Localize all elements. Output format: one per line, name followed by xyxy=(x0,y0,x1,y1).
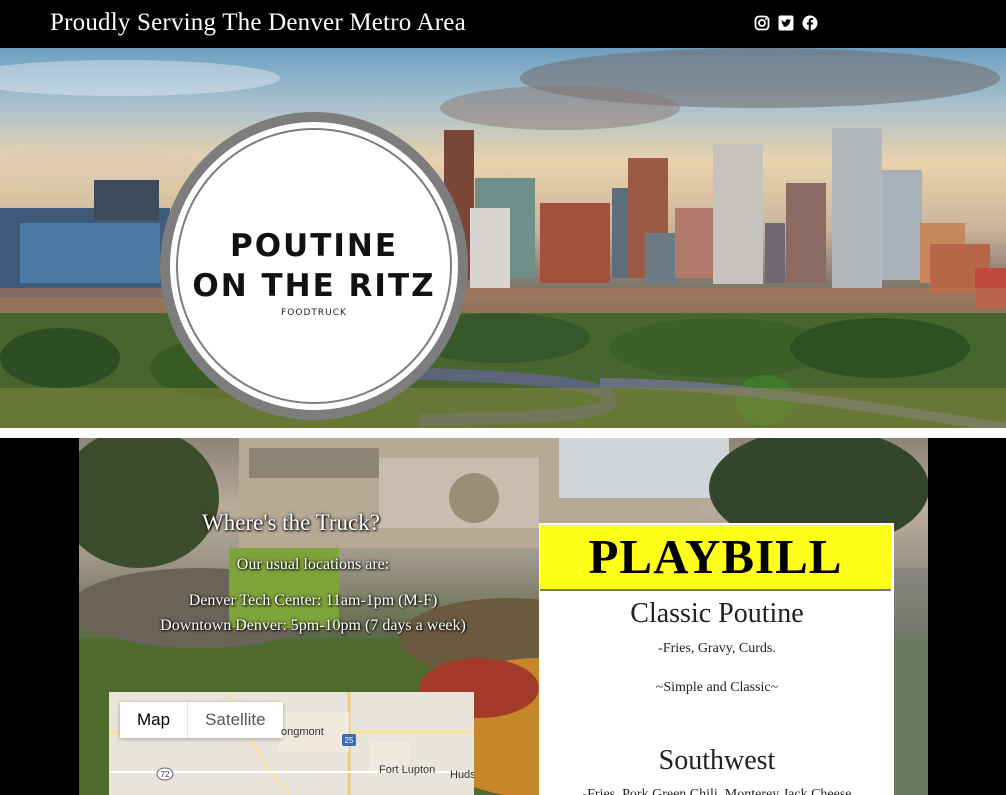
instagram-icon[interactable] xyxy=(754,15,770,31)
twitter-icon[interactable] xyxy=(778,15,794,31)
map-tab-satellite[interactable]: Satellite xyxy=(188,702,282,738)
map-label-route: 72 xyxy=(161,770,170,779)
location-map[interactable]: 25 72 Map Satellite ongmont Fort Lupton … xyxy=(109,692,474,795)
truck-heading: Where's the Truck? xyxy=(202,510,380,535)
truck-locations: Our usual locations are: Denver Tech Cen… xyxy=(148,552,478,638)
logo-line2: ON THE RITZ xyxy=(192,268,436,304)
playbill-title: PLAYBILL xyxy=(588,529,843,584)
lower-section: Where's the Truck? Our usual locations a… xyxy=(0,438,1006,795)
menu-item-tagline: ~Simple and Classic~ xyxy=(655,680,779,695)
facebook-icon[interactable] xyxy=(802,15,818,31)
logo-line3: FOODTRUCK xyxy=(281,308,347,318)
section-divider xyxy=(0,428,1006,438)
logo: POUTINE ON THE RITZ FOODTRUCK xyxy=(160,112,468,420)
menu-playbill: PLAYBILL Classic Poutine -Fries, Gravy, … xyxy=(539,523,894,795)
tagline: Proudly Serving The Denver Metro Area xyxy=(50,9,466,36)
social-links xyxy=(754,15,818,31)
map-label-interstate: 25 xyxy=(345,736,354,745)
logo-inner-ring xyxy=(176,128,452,404)
map-tab-map[interactable]: Map xyxy=(120,702,189,738)
map-type-control: Map Satellite xyxy=(120,702,283,738)
menu-item-title: Classic Poutine xyxy=(630,598,804,629)
top-bar: Proudly Serving The Denver Metro Area xyxy=(0,0,1006,48)
menu-item-description: -Fries, Gravy, Curds. xyxy=(658,641,776,656)
menu-item-description: -Fries, Pork Green Chili, Monterey Jack … xyxy=(582,787,852,795)
location-downtown: Downtown Denver: 5pm-10pm (7 days a week… xyxy=(160,617,466,634)
denver-skyline-image xyxy=(0,48,1006,428)
playbill-header: PLAYBILL xyxy=(540,525,891,591)
map-label-longmont: ongmont xyxy=(281,726,324,738)
map-label-fort-lupton: Fort Lupton xyxy=(379,764,436,776)
hero-banner: POUTINE ON THE RITZ FOODTRUCK xyxy=(0,48,1006,428)
logo-line1: POUTINE xyxy=(229,228,399,264)
locations-intro: Our usual locations are: xyxy=(236,556,390,573)
location-tech-center: Denver Tech Center: 11am-1pm (M-F) xyxy=(188,592,438,609)
map-label-hudson: Huds xyxy=(450,769,474,781)
menu-item-title: Southwest xyxy=(658,745,776,776)
